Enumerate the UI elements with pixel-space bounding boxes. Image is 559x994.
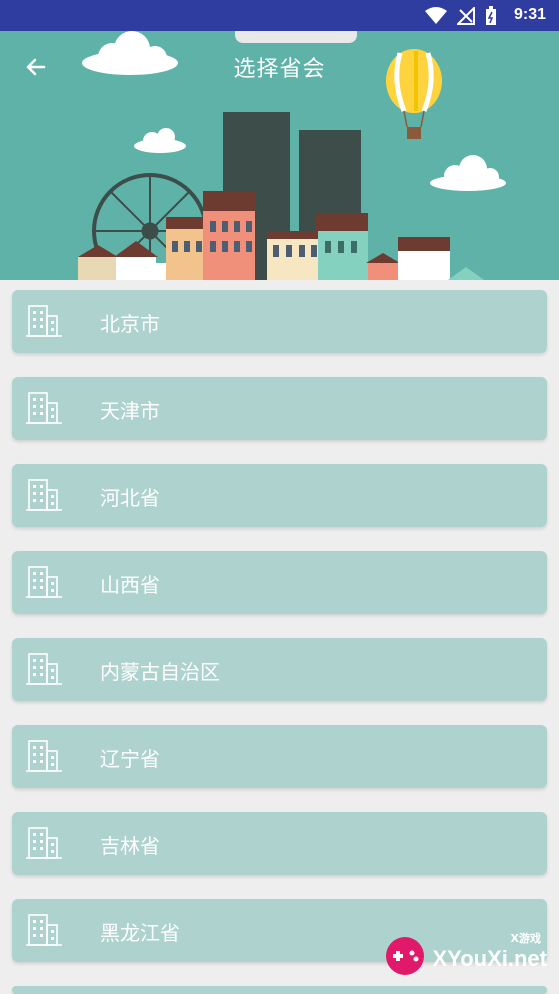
building-icon — [26, 827, 62, 859]
building-icon — [26, 566, 62, 598]
gamepad-logo-icon — [386, 937, 424, 975]
building-icon — [26, 392, 62, 424]
province-label: 北京市 — [100, 312, 160, 336]
building-icon — [26, 653, 62, 685]
status-icons — [425, 5, 497, 27]
building-icon — [26, 479, 62, 511]
watermark-brand: XYouXi.net — [432, 946, 548, 971]
province-label: 吉林省 — [100, 834, 160, 858]
province-label: 河北省 — [100, 486, 160, 510]
province-label: 天津市 — [100, 399, 160, 423]
province-label: 辽宁省 — [100, 747, 160, 771]
province-item-partial[interactable] — [12, 986, 547, 994]
header: 选择省会 — [0, 31, 559, 280]
watermark: X游戏 XYouXi.net — [383, 930, 553, 980]
page-title: 选择省会 — [233, 57, 326, 82]
province-item-tianjin[interactable]: 天津市 — [12, 377, 547, 440]
province-item-liaoning[interactable]: 辽宁省 — [12, 725, 547, 788]
status-bar: 9:31 — [0, 0, 559, 31]
building-icon — [26, 740, 62, 772]
building-icon — [26, 914, 62, 946]
province-label: 黑龙江省 — [100, 921, 180, 945]
province-item-shanxi[interactable]: 山西省 — [12, 551, 547, 614]
province-item-beijing[interactable]: 北京市 — [12, 290, 547, 353]
watermark-tag: X游戏 — [510, 932, 541, 945]
wifi-icon — [425, 7, 447, 24]
province-label: 内蒙古自治区 — [100, 660, 220, 684]
battery-icon — [486, 6, 496, 25]
province-item-jilin[interactable]: 吉林省 — [12, 812, 547, 875]
status-time: 9:31 — [513, 6, 546, 23]
building-icon — [26, 305, 62, 337]
province-label: 山西省 — [100, 573, 160, 597]
tab-stub — [235, 31, 357, 43]
province-item-hebei[interactable]: 河北省 — [12, 464, 547, 527]
signal-icon — [457, 7, 475, 25]
province-item-neimenggu[interactable]: 内蒙古自治区 — [12, 638, 547, 701]
